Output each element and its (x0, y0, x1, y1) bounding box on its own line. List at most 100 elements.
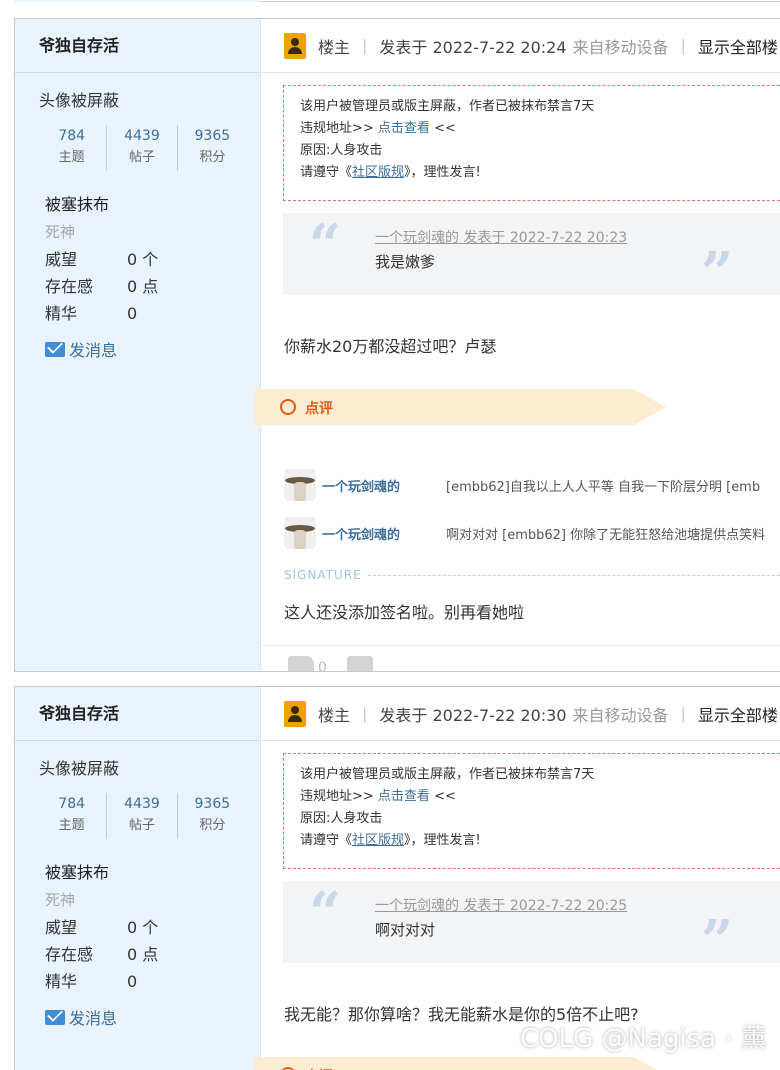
comment-text: 啊对对对 [embb62] 你除了无能狂怒给池塘提供点笑料 (446, 527, 766, 543)
notice-line: 请遵守《社区版规》，理性发言! (300, 833, 481, 848)
avatar-blocked-label: 头像被屏蔽 (39, 759, 120, 778)
mail-icon (45, 341, 65, 357)
quote-source-link[interactable]: 一个玩剑魂的 发表于 2022-7-22 20:25 (375, 895, 627, 915)
quote-close-icon: ” (701, 240, 734, 306)
vote-bar: 0 (262, 645, 780, 672)
quote-source-link[interactable]: 一个玩剑魂的 发表于 2022-7-22 20:23 (375, 227, 627, 247)
previous-post-sidebar-edge (14, 0, 260, 2)
quote-block: “ 一个玩剑魂的 发表于 2022-7-22 20:23 我是嫩爹 ” (283, 212, 780, 301)
stat-posts[interactable]: 4439 帖子 (107, 793, 178, 839)
field-prestige: 威望 0 个 (15, 246, 260, 273)
notice-line: 该用户被管理员或版主屏蔽，作者已被抹布禁言7天 (300, 767, 595, 782)
field-value: 0 个 (127, 250, 159, 269)
author-sidebar: 爷独自存活 头像被屏蔽 784 主题 4439 帖子 9365 积分 被塞抹布 … (15, 687, 261, 1070)
field-key: 精华 (45, 304, 78, 323)
like-count: 0 (318, 659, 327, 672)
post-time: 发表于 2022-7-22 20:24 (379, 37, 567, 57)
rate-bar[interactable]: 点评 (254, 1057, 666, 1070)
stat-label: 帖子 (128, 818, 155, 833)
author-name[interactable]: 爷独自存活 (15, 19, 260, 73)
stat-topics[interactable]: 784 主题 (37, 793, 108, 839)
stat-label: 主题 (58, 818, 85, 833)
field-value: 0 点 (127, 945, 159, 964)
stat-points[interactable]: 9365 积分 (178, 793, 247, 839)
ban-notice: 该用户被管理员或版主屏蔽，作者已被抹布禁言7天 违规地址>> 点击查看 << 原… (283, 753, 780, 869)
field-key: 威望 (45, 250, 78, 269)
send-message-link[interactable]: 发消息 (15, 995, 260, 1029)
signature-divider: SIGNATURE (284, 565, 780, 585)
quote-text: 啊对对对 (375, 921, 436, 939)
stat-label: 主题 (58, 150, 85, 165)
commenter-name[interactable]: 一个玩剑魂的 (316, 476, 446, 495)
field-prestige: 威望 0 个 (15, 914, 260, 941)
field-digest: 精华 0 (15, 300, 260, 327)
commenter-name[interactable]: 一个玩剑魂的 (316, 524, 446, 543)
forum-post: 爷独自存活 头像被屏蔽 784 主题 4439 帖子 9365 积分 被塞抹布 … (14, 18, 780, 672)
avatar-blocked-label: 头像被屏蔽 (39, 91, 120, 110)
comment-ring-icon (280, 399, 296, 415)
quote-open-icon: “ (309, 880, 342, 946)
separator: | (680, 36, 686, 55)
user-title: 死神 (45, 223, 76, 241)
quote-text: 我是嫩爹 (375, 253, 436, 271)
stat-topics[interactable]: 784 主题 (37, 125, 108, 171)
field-key: 精华 (45, 972, 78, 991)
send-message-link[interactable]: 发消息 (15, 327, 260, 361)
commenter-avatar[interactable] (284, 517, 316, 549)
quote-open-icon: “ (309, 212, 342, 278)
user-group: 被塞抹布 (45, 195, 110, 214)
stat-value: 4439 (124, 796, 160, 812)
device-label: 来自移动设备 (572, 705, 669, 725)
rate-label: 点评 (305, 401, 333, 417)
op-badge-icon (284, 700, 306, 727)
violation-link[interactable]: 点击查看 (378, 789, 430, 804)
op-badge-icon (284, 32, 306, 59)
field-value: 0 个 (127, 918, 159, 937)
stat-label: 积分 (199, 150, 226, 165)
user-title: 死神 (45, 891, 76, 909)
comment-text: [embb62]自我以上人人平等 自我一下阶层分明 [emb (446, 479, 761, 495)
violation-link[interactable]: 点击查看 (378, 121, 430, 136)
field-key: 威望 (45, 918, 78, 937)
commenter-avatar[interactable] (284, 469, 316, 501)
author-stats: 784 主题 4439 帖子 9365 积分 (37, 793, 247, 839)
user-group: 被塞抹布 (45, 863, 110, 882)
author-sidebar: 爷独自存活 头像被屏蔽 784 主题 4439 帖子 9365 积分 被塞抹布 … (15, 19, 261, 671)
quote-close-icon: ” (701, 908, 734, 974)
ban-notice: 该用户被管理员或版主屏蔽，作者已被抹布禁言7天 违规地址>> 点击查看 << 原… (283, 85, 780, 201)
rules-link[interactable]: 社区版规 (352, 165, 404, 180)
post-content: 楼主 | 发表于 2022-7-22 20:24 来自移动设备 | 显示全部楼 … (254, 19, 780, 672)
field-digest: 精华 0 (15, 968, 260, 995)
separator: | (362, 36, 368, 55)
floor-label: 楼主 (318, 705, 351, 725)
notice-line: 违规地址>> 点击查看 << (300, 121, 456, 136)
stat-points[interactable]: 9365 积分 (178, 125, 247, 171)
notice-line: 原因:人身攻击 (300, 811, 383, 826)
field-presence: 存在感 0 点 (15, 273, 260, 300)
floor-label: 楼主 (318, 37, 351, 57)
divider-line (367, 574, 780, 576)
comment-item: 一个玩剑魂的 [embb62]自我以上人人平等 自我一下阶层分明 [emb (262, 461, 780, 509)
forum-post: 爷独自存活 头像被屏蔽 784 主题 4439 帖子 9365 积分 被塞抹布 … (14, 686, 780, 1070)
show-all-floors-link[interactable]: 显示全部楼 (698, 34, 778, 58)
notice-line: 请遵守《社区版规》，理性发言! (300, 165, 481, 180)
comment-item: 一个玩剑魂的 啊对对对 [embb62] 你除了无能狂怒给池塘提供点笑料 (262, 509, 780, 557)
post-time: 发表于 2022-7-22 20:30 (379, 705, 567, 725)
rules-link[interactable]: 社区版规 (352, 833, 404, 848)
author-name[interactable]: 爷独自存活 (15, 687, 260, 741)
thumbs-up-icon[interactable] (288, 655, 314, 671)
notice-line: 原因:人身攻击 (300, 143, 383, 158)
stat-posts[interactable]: 4439 帖子 (107, 125, 178, 171)
signature-text: 这人还没添加签名啦。别再看她啦 (284, 603, 525, 622)
field-key: 存在感 (45, 277, 94, 296)
rate-label: 点评 (305, 1066, 333, 1070)
separator: | (362, 704, 368, 723)
show-all-floors-link[interactable]: 显示全部楼 (698, 702, 778, 726)
stat-value: 784 (58, 796, 86, 812)
author-stats: 784 主题 4439 帖子 9365 积分 (37, 125, 247, 171)
stat-label: 帖子 (128, 150, 155, 165)
stat-value: 784 (58, 128, 86, 144)
stat-value: 9365 (194, 128, 231, 144)
rate-bar[interactable]: 点评 (254, 389, 666, 425)
thumbs-down-icon[interactable] (346, 655, 373, 671)
